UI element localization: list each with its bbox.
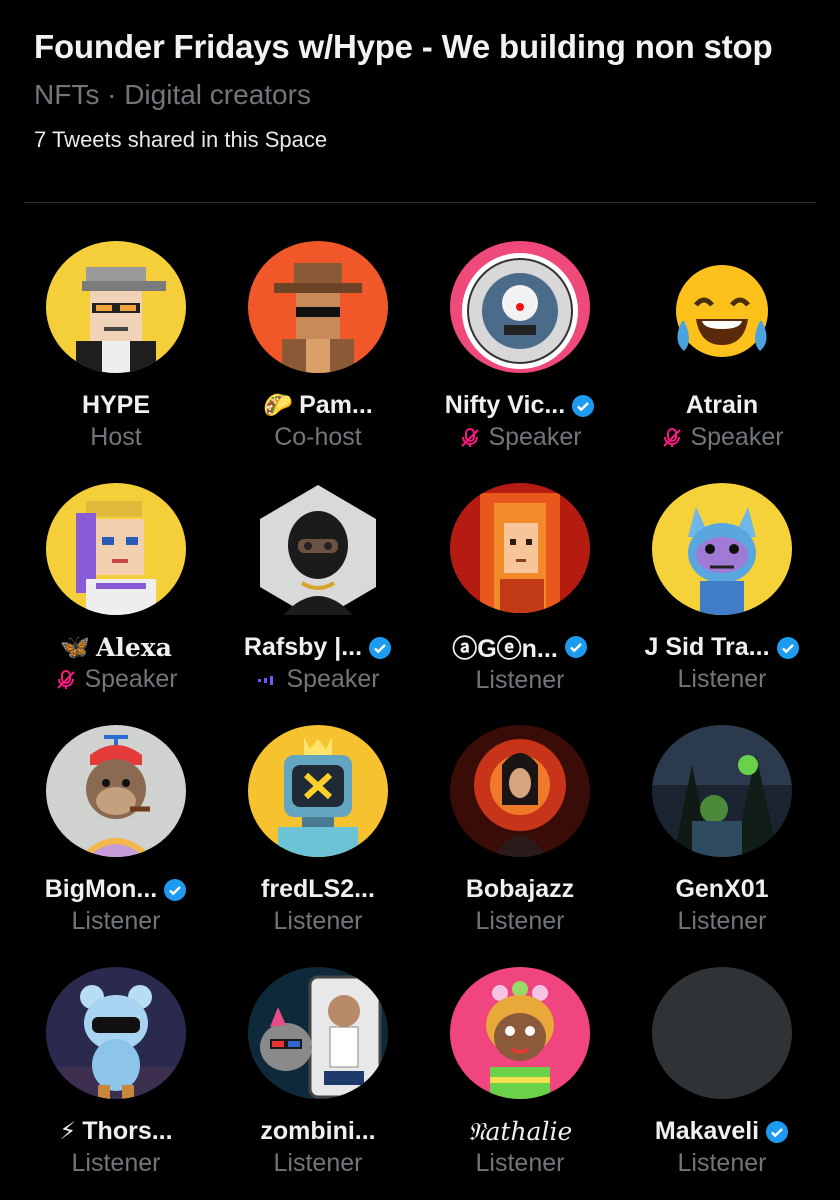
participant-name: J Sid Tra...: [644, 633, 770, 662]
participant-card[interactable]: ⚡ Thors... Listener: [15, 937, 217, 1179]
robot-x-avatar[interactable]: [248, 725, 388, 857]
participant-card[interactable]: Bobajazz Listener: [419, 695, 621, 937]
participant-name: Pam...: [299, 391, 373, 420]
empty-avatar[interactable]: [652, 967, 792, 1099]
participant-card[interactable]: BigMon... Listener: [15, 695, 217, 937]
verified-badge-icon: [776, 636, 799, 659]
participant-card[interactable]: 🦋 Alexa Speaker: [15, 453, 217, 695]
participant-role: Listener: [475, 1149, 565, 1178]
participant-name: Rafsby |...: [243, 633, 363, 662]
mic-off-icon: [461, 427, 480, 447]
participants-grid: HYPE Host 🌮 Pam... Co-host Nifty Vic... …: [15, 211, 823, 1179]
participant-role: Speaker: [84, 665, 178, 694]
lightning-icon: ⚡: [59, 1118, 77, 1146]
participant-card[interactable]: 🌮 Pam... Co-host: [217, 211, 419, 453]
participant-name: Alexa: [95, 633, 172, 663]
participant-role: Listener: [677, 665, 767, 694]
pixel-fire-avatar[interactable]: [450, 483, 590, 614]
participant-card[interactable]: Nifty Vic... Speaker: [419, 211, 621, 453]
participant-role: Co-host: [274, 423, 362, 452]
participant-role: Listener: [677, 907, 767, 936]
participant-role: Listener: [273, 907, 363, 936]
verified-badge-icon: [164, 878, 187, 901]
dark-forest-avatar[interactable]: [652, 725, 792, 857]
tweets-shared-link[interactable]: 7 Tweets shared in this Space: [34, 126, 806, 154]
participant-card[interactable]: J Sid Tra... Listener: [621, 453, 823, 695]
participant-role: Speaker: [286, 665, 380, 694]
participant-card[interactable]: Atrain Speaker: [621, 211, 823, 453]
flower-crown-avatar[interactable]: [450, 967, 590, 1099]
participant-card[interactable]: GenX01 Listener: [621, 695, 823, 937]
participant-name: Thors...: [82, 1117, 173, 1146]
homies-cat-avatar[interactable]: [248, 967, 388, 1099]
participant-name: ⓐGⓔn...: [452, 635, 558, 664]
butterfly-icon: 🦋: [60, 634, 90, 662]
clown-badge-avatar[interactable]: [450, 241, 590, 373]
ape-propeller-avatar[interactable]: [46, 725, 186, 857]
mic-off-icon: [663, 427, 682, 447]
participant-role: Speaker: [690, 423, 784, 452]
participant-name: fredLS2...: [261, 875, 375, 904]
participant-name: Nifty Vic...: [444, 391, 566, 420]
participant-card[interactable]: zombini... Listener: [217, 937, 419, 1179]
participant-role: Listener: [475, 907, 565, 936]
participant-card[interactable]: fredLS2... Listener: [217, 695, 419, 937]
participant-card[interactable]: HYPE Host: [15, 211, 217, 453]
masked-3d-avatar[interactable]: [248, 483, 388, 615]
taco-icon: 🌮: [263, 392, 294, 420]
verified-badge-icon: [572, 394, 595, 417]
participant-name: Makaveli: [654, 1117, 760, 1146]
participant-name: 𝔑athalie: [467, 1116, 573, 1146]
participant-role: Listener: [273, 1149, 363, 1178]
participant-card[interactable]: Rafsby |... Speaker: [217, 453, 419, 695]
participant-name: GenX01: [675, 875, 769, 904]
neon-cat-avatar[interactable]: [652, 483, 792, 615]
pixel-capped-avatar[interactable]: [46, 241, 186, 373]
speaking-indicator-icon: [258, 675, 274, 685]
participant-role: Listener: [475, 665, 565, 694]
laughing-emoji-avatar[interactable]: [652, 241, 792, 373]
participant-name: zombini...: [260, 1117, 376, 1146]
participant-role: Listener: [71, 907, 161, 936]
participant-role: Listener: [677, 1149, 767, 1178]
verified-badge-icon: [564, 636, 587, 659]
space-header: Founder Fridays w/Hype - We building non…: [0, 0, 840, 180]
divider: [24, 202, 816, 203]
participant-name: Atrain: [685, 391, 759, 420]
participant-role: Listener: [71, 1149, 161, 1178]
space-title: Founder Fridays w/Hype - We building non…: [34, 28, 773, 65]
participant-card[interactable]: ⓐGⓔn... Listener: [419, 453, 621, 695]
participant-card[interactable]: 𝔑athalie Listener: [419, 937, 621, 1179]
participant-card[interactable]: Makaveli Listener: [621, 937, 823, 1179]
participant-name: HYPE: [81, 391, 151, 420]
pixel-queen-avatar[interactable]: [46, 483, 186, 615]
mic-off-icon: [57, 669, 76, 689]
verified-badge-icon: [369, 636, 392, 659]
participant-role: Host: [90, 423, 142, 452]
space-topics[interactable]: NFTs · Digital creators: [34, 78, 806, 112]
participant-name: BigMon...: [44, 875, 158, 904]
crystal-bear-avatar[interactable]: [46, 967, 186, 1099]
participant-role: Speaker: [488, 423, 582, 452]
pixel-cowboy-avatar[interactable]: [248, 241, 388, 373]
participant-name: Bobajazz: [465, 875, 575, 904]
dragon-warrior-avatar[interactable]: [450, 725, 590, 857]
verified-badge-icon: [766, 1120, 789, 1143]
